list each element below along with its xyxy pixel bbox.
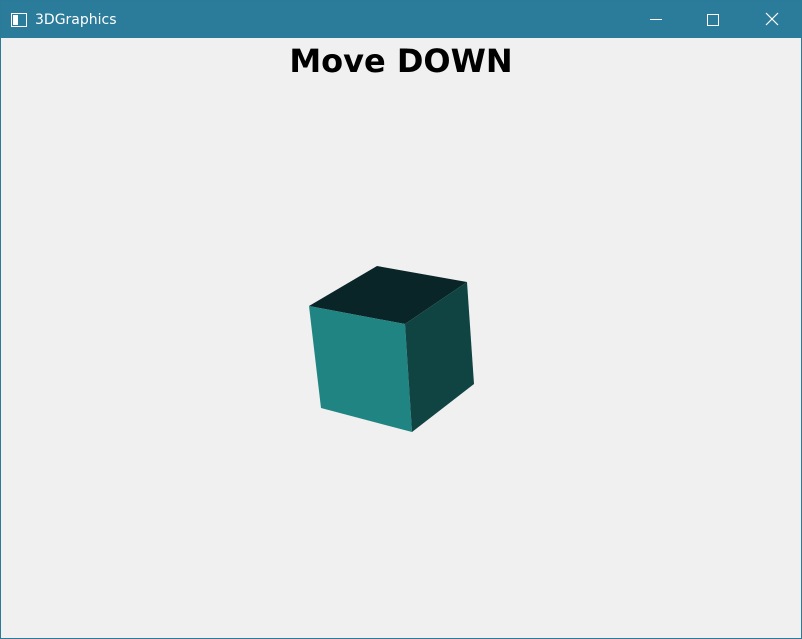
cube-scene [309, 266, 474, 432]
app-window: 3DGraphics Move DOWN [0, 0, 802, 639]
app-window-icon [11, 12, 27, 27]
window-title: 3DGraphics [35, 12, 117, 28]
minimize-button[interactable] [627, 1, 685, 38]
canvas-area[interactable]: Move DOWN [1, 38, 801, 638]
title-bar[interactable]: 3DGraphics [1, 1, 801, 38]
close-icon [765, 12, 779, 26]
cube-front-face [309, 306, 412, 432]
maximize-button[interactable] [685, 1, 743, 38]
maximize-icon [707, 14, 719, 26]
close-button[interactable] [743, 1, 801, 38]
